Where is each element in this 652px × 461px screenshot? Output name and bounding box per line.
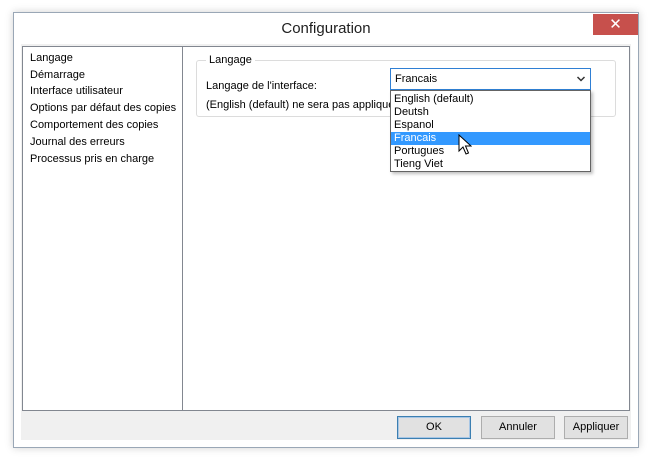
option-english[interactable]: English (default) <box>391 93 590 106</box>
sidebar-item-langage[interactable]: Langage <box>30 50 73 66</box>
sidebar-item-processus[interactable]: Processus pris en charge <box>30 151 154 167</box>
mouse-pointer-icon <box>458 133 473 156</box>
ok-button[interactable]: OK <box>397 416 471 439</box>
sidebar-item-journal-erreurs[interactable]: Journal des erreurs <box>30 134 125 150</box>
chevron-down-icon[interactable] <box>576 71 586 92</box>
sidebar-item-demarrage[interactable]: Démarrage <box>30 67 85 83</box>
option-deutsh[interactable]: Deutsh <box>391 106 590 119</box>
option-portugues[interactable]: Portugues <box>391 145 590 158</box>
close-button[interactable]: ✕ <box>593 14 638 35</box>
sidebar-item-interface-utilisateur[interactable]: Interface utilisateur <box>30 83 123 99</box>
cancel-button[interactable]: Annuler <box>481 416 555 439</box>
option-francais[interactable]: Francais <box>391 132 590 145</box>
close-icon: ✕ <box>609 15 622 33</box>
window-title: Configuration <box>281 20 371 37</box>
category-list[interactable]: Langage Démarrage Interface utilisateur … <box>22 46 183 411</box>
button-bar: OK Annuler Appliquer <box>21 412 631 440</box>
title-bar: Configuration ✕ <box>14 13 638 44</box>
option-tieng-viet[interactable]: Tieng Viet <box>391 158 590 171</box>
select-value: Francais <box>395 73 438 85</box>
sidebar-item-comportement-copies[interactable]: Comportement des copies <box>30 117 158 133</box>
apply-button[interactable]: Appliquer <box>564 416 628 439</box>
interface-language-select[interactable]: Francais <box>390 68 591 90</box>
sidebar-item-options-par-defaut[interactable]: Options par défaut des copies <box>30 100 176 116</box>
group-title: Langage <box>206 53 255 68</box>
language-dropdown-list[interactable]: English (default) Deutsh Espanol Francai… <box>390 90 591 172</box>
option-espanol[interactable]: Espanol <box>391 119 590 132</box>
language-note: (English (default) ne sera pas appliqué … <box>206 99 416 111</box>
interface-language-label: Langage de l'interface: <box>206 80 317 92</box>
